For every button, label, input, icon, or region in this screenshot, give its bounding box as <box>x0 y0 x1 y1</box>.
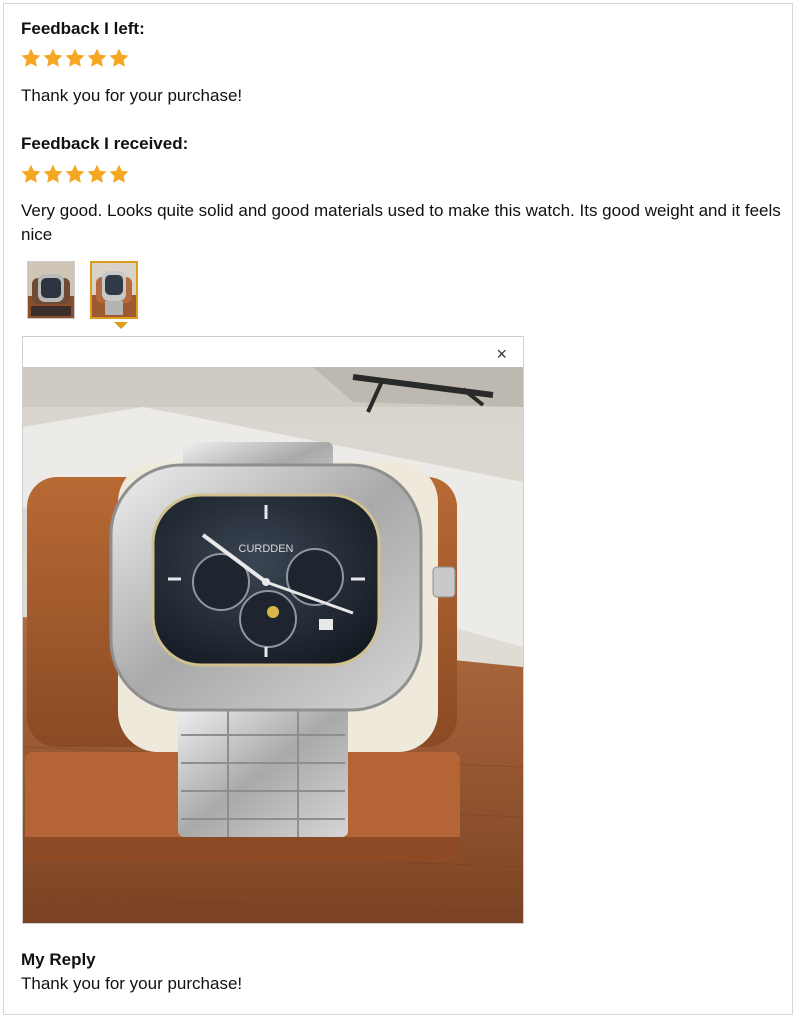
reply-text: Thank you for your purchase! <box>21 974 243 993</box>
review-photo: CURDDEN <box>23 367 523 923</box>
feedback-received-rating <box>20 163 130 185</box>
star-icon <box>109 164 129 183</box>
star-icon <box>21 164 41 183</box>
watch-photo-thumbnail <box>92 263 136 317</box>
photo-thumbnail-1[interactable] <box>27 261 75 319</box>
feedback-received-text: Very good. Looks quite solid and good ma… <box>21 201 781 244</box>
photo-thumbnail-2[interactable] <box>90 261 138 319</box>
reply-heading: My Reply <box>21 950 96 969</box>
feedback-left-heading: Feedback I left: <box>21 19 145 38</box>
watch-photo-thumbnail <box>28 262 74 318</box>
watch-brand-text: CURDDEN <box>239 543 294 555</box>
star-icon <box>109 48 129 67</box>
watch-photo: CURDDEN <box>23 367 523 923</box>
star-icon <box>87 164 107 183</box>
star-icon <box>21 48 41 67</box>
selected-thumbnail-indicator <box>114 322 128 329</box>
feedback-received-heading: Feedback I received: <box>21 134 189 153</box>
photo-viewer: × CURDDEN <box>22 336 524 924</box>
feedback-left-rating <box>20 47 130 69</box>
star-icon <box>43 164 63 183</box>
close-icon[interactable]: × <box>496 345 507 363</box>
star-icon <box>87 48 107 67</box>
feedback-left-text: Thank you for your purchase! <box>21 86 243 105</box>
star-icon <box>65 48 85 67</box>
star-icon <box>65 164 85 183</box>
star-icon <box>43 48 63 67</box>
